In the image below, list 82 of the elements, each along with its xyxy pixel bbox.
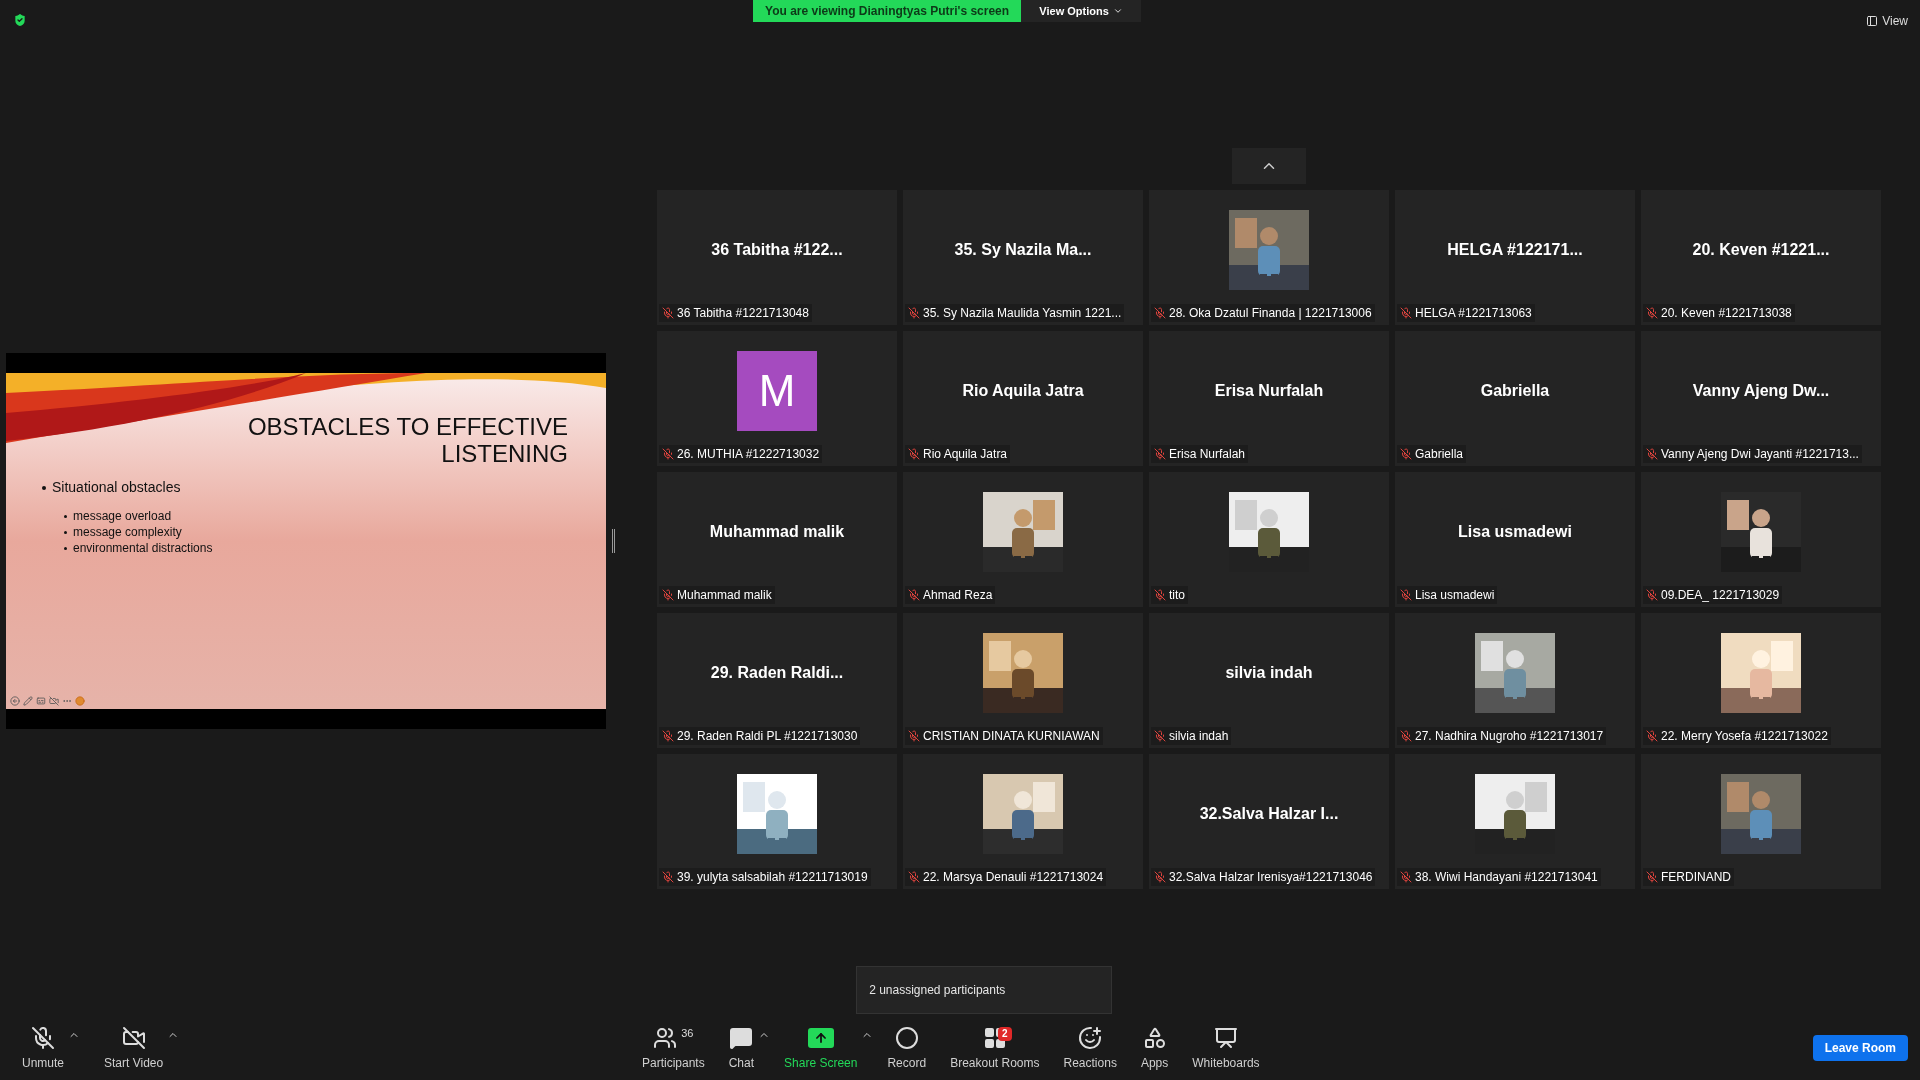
name-label: 09.DEA_ 1221713029	[1643, 586, 1783, 604]
name-label: 22. Marsya Denauli #1221713024	[905, 868, 1107, 886]
slide-sub-bullet: message complexity	[73, 524, 182, 540]
reactions-icon	[1078, 1025, 1103, 1050]
name-label: Lisa usmadewi	[1397, 586, 1498, 604]
name-label: Gabriella	[1397, 445, 1467, 463]
name-label: silvia indah	[1151, 727, 1232, 745]
name-label: 27. Nadhira Nugroho #1221713017	[1397, 727, 1607, 745]
toolbar-button[interactable]: Chat	[718, 1020, 765, 1076]
toolbar-button[interactable]: Apps	[1130, 1020, 1179, 1076]
back-icon[interactable]	[10, 696, 20, 706]
name-label: 36 Tabitha #1221713048	[659, 304, 812, 322]
toolbar-button[interactable]: Record	[877, 1020, 937, 1076]
view-options-button[interactable]: View Options	[1021, 0, 1142, 22]
participant-name: Muhammad malik	[709, 522, 845, 542]
participant-name: 32.Salva Halzar I...	[1199, 804, 1339, 824]
name-label: 26. MUTHIA #1222713032	[659, 445, 823, 463]
whiteboard-icon	[1213, 1025, 1238, 1050]
bullet-icon	[42, 485, 46, 490]
participant-name: 36 Tabitha #122...	[711, 240, 843, 260]
bullet-icon	[64, 514, 67, 518]
participant-name: 35. Sy Nazila Ma...	[954, 240, 1092, 260]
participant-name: Erisa Nurfalah	[1214, 381, 1324, 401]
name-label: 35. Sy Nazila Maulida Yasmin 1221...	[905, 304, 1125, 322]
name-label: Erisa Nurfalah	[1151, 445, 1249, 463]
pointer-icon[interactable]	[75, 696, 85, 706]
viewing-banner: You are viewing Dianingtyas Putri's screen	[753, 0, 1022, 22]
participant-name: Rio Aquila Jatra	[962, 381, 1084, 401]
video-off-icon[interactable]	[49, 696, 59, 706]
name-label: CRISTIAN DINATA KURNIAWAN	[905, 727, 1103, 745]
leave-room-button[interactable]: Leave Room	[1812, 1035, 1908, 1061]
name-label: Muhammad malik	[659, 586, 775, 604]
toolbar-button[interactable]: 36 Participants	[632, 1020, 715, 1076]
name-label: tito	[1151, 586, 1188, 604]
pen-icon[interactable]	[23, 696, 33, 706]
toolbar-button[interactable]: Start Video	[94, 1020, 174, 1076]
apps-icon	[1142, 1025, 1167, 1050]
participant-name: 20. Keven #1221...	[1692, 240, 1830, 260]
avatar: M	[737, 351, 817, 431]
toolbar-button[interactable]: Unmute	[12, 1020, 75, 1076]
view-button[interactable]: View	[1866, 12, 1908, 30]
participant-count: 36	[681, 1026, 694, 1042]
participant-name: silvia indah	[1225, 663, 1313, 683]
participant-name: HELGA #122171...	[1447, 240, 1583, 260]
participant-name: Lisa usmadewi	[1458, 522, 1572, 542]
toolbar-button[interactable]: Share Screen	[774, 1020, 868, 1076]
slide-sub-bullet: message overload	[73, 508, 172, 524]
slide-title: OBSTACLES TO EFFECTIVE	[247, 413, 568, 440]
slide-sub-bullet: environmental distractions	[73, 540, 213, 556]
name-label: 22. Merry Yosefa #1221713022	[1643, 727, 1831, 745]
caret-icon	[1112, 6, 1123, 16]
bullet-icon	[64, 530, 67, 534]
name-label: FERDINAND	[1643, 868, 1734, 886]
record-icon	[894, 1025, 919, 1050]
name-label: HELGA #1221713063	[1397, 304, 1535, 322]
name-label: 38. Wiwi Handayani #1221713041	[1397, 868, 1601, 886]
name-label: 29. Raden Raldi PL #1221713030	[659, 727, 861, 745]
name-label: Ahmad Reza	[905, 586, 996, 604]
bullet-icon	[64, 546, 67, 550]
captions-icon[interactable]	[36, 696, 46, 706]
name-label: 39. yulyta salsabilah #12211713019	[659, 868, 871, 886]
tooltip: 2 unassigned participants	[856, 965, 1113, 1014]
slide-title: LISTENING	[441, 440, 568, 467]
name-label: 28. Oka Dzatul Finanda | 1221713006	[1151, 304, 1375, 322]
toolbar-button[interactable]: Reactions	[1053, 1020, 1127, 1076]
layout-icon	[1866, 15, 1879, 27]
notification-badge: 2	[998, 1026, 1012, 1041]
security-shield-icon	[12, 12, 28, 28]
name-label: Rio Aquila Jatra	[905, 445, 1011, 463]
name-label: 20. Keven #1221713038	[1643, 304, 1795, 322]
participant-name: Gabriella	[1480, 381, 1550, 401]
video-off-icon	[121, 1025, 146, 1050]
chat-icon	[729, 1025, 754, 1050]
participants-icon	[653, 1025, 678, 1050]
participant-name: Vanny Ajeng Dw...	[1692, 381, 1830, 401]
name-label: 32.Salva Halzar Irenisya#1221713046	[1151, 868, 1376, 886]
name-label: Vanny Ajeng Dwi Jayanti #1221713...	[1643, 445, 1862, 463]
toolbar-button[interactable]: Whiteboards	[1182, 1020, 1270, 1076]
muted-mic-icon	[31, 1025, 55, 1050]
participant-name: 29. Raden Raldi...	[710, 663, 844, 683]
slide-bullet: Situational obstacles	[52, 478, 181, 497]
splitter-handle[interactable]	[612, 529, 615, 553]
